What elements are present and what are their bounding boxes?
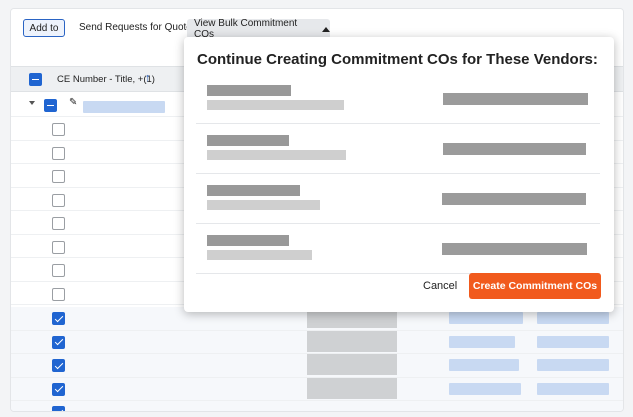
vendor-name-placeholder <box>207 185 300 196</box>
row-checkbox[interactable] <box>52 193 65 207</box>
cancel-button[interactable]: Cancel <box>423 280 457 292</box>
group-checkbox[interactable] <box>44 99 57 112</box>
vendor-list-item <box>196 75 600 124</box>
arrow-up-icon[interactable]: ↑ <box>145 72 151 84</box>
vendor-detail-placeholder <box>207 250 312 260</box>
row-checkbox[interactable] <box>52 170 65 183</box>
table-row[interactable] <box>11 377 623 401</box>
view-bulk-commitment-cos-button[interactable]: View Bulk Commitment COs <box>187 18 330 40</box>
send-rfq-button[interactable]: Send Requests for Quote <box>79 22 192 33</box>
row-checkbox[interactable] <box>52 406 65 411</box>
cell-placeholder <box>449 312 523 324</box>
table-row[interactable] <box>11 354 623 378</box>
vendor-name-placeholder <box>207 235 289 246</box>
vendor-list-item <box>196 225 600 274</box>
vendor-name-placeholder <box>207 85 291 96</box>
row-checkbox[interactable] <box>52 312 65 325</box>
row-checkbox[interactable] <box>52 146 65 160</box>
vendor-value-placeholder <box>442 193 586 205</box>
cell-placeholder <box>537 312 609 324</box>
vendor-detail-placeholder <box>207 150 346 160</box>
vendor-detail-placeholder <box>207 100 344 110</box>
table-row[interactable] <box>11 401 623 411</box>
cell-placeholder <box>537 382 609 395</box>
vendor-value-placeholder <box>443 93 588 105</box>
table-row[interactable] <box>11 330 623 354</box>
row-checkbox[interactable] <box>52 264 65 277</box>
cell-placeholder <box>449 359 519 371</box>
row-checkbox[interactable] <box>52 335 65 349</box>
add-to-button[interactable]: Add to <box>23 19 65 37</box>
vendor-list-item <box>196 125 600 174</box>
dialog-title: Continue Creating Commitment COs for The… <box>197 51 598 68</box>
vendor-list-item <box>196 175 600 224</box>
row-checkbox[interactable] <box>52 287 65 301</box>
vendor-value-placeholder <box>443 143 586 155</box>
row-checkbox[interactable] <box>52 217 65 230</box>
row-checkbox[interactable] <box>52 240 65 254</box>
row-checkbox[interactable] <box>52 123 65 136</box>
cell-placeholder <box>537 359 609 371</box>
cell-placeholder <box>307 330 397 352</box>
cell-placeholder <box>449 335 515 348</box>
row-checkbox[interactable] <box>52 382 65 396</box>
caret-down-icon[interactable] <box>29 101 35 105</box>
vendor-value-placeholder <box>442 243 587 255</box>
cell-placeholder <box>537 335 609 348</box>
cell-placeholder <box>449 382 521 395</box>
cell-placeholder <box>307 377 397 399</box>
bulk-commitment-dialog: Continue Creating Commitment COs for The… <box>184 37 614 312</box>
vendor-name-placeholder <box>207 135 289 146</box>
create-commitment-cos-button[interactable]: Create Commitment COs <box>469 273 601 299</box>
caret-up-icon <box>322 26 330 32</box>
select-all-checkbox[interactable] <box>29 73 42 86</box>
vendor-detail-placeholder <box>207 200 320 210</box>
pencil-icon[interactable]: ✎ <box>69 97 77 108</box>
row-checkbox[interactable] <box>52 359 65 372</box>
column-header-ce-number[interactable]: CE Number - Title, +(1) <box>57 74 155 85</box>
cell-placeholder <box>307 354 397 375</box>
group-title-placeholder <box>83 101 165 113</box>
